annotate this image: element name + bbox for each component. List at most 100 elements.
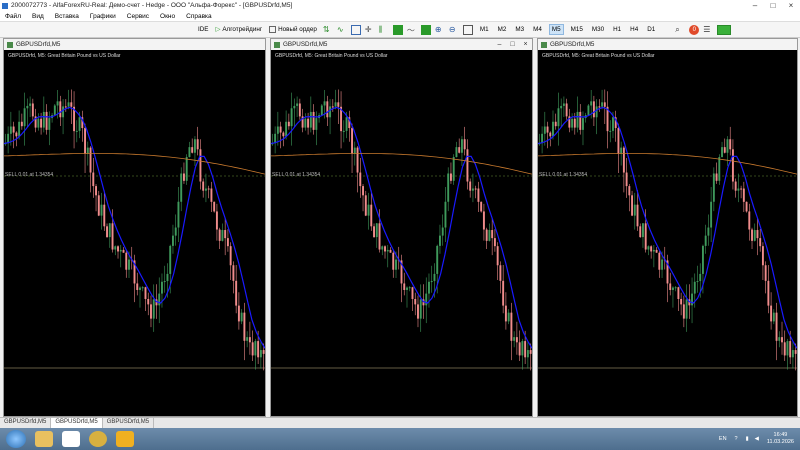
candle-body — [710, 201, 713, 228]
price-chart — [271, 89, 532, 371]
algo-trading-button[interactable]: ▷ Алготрейдинг — [214, 24, 265, 36]
minimize-button[interactable]: – — [746, 1, 764, 10]
menu-charts[interactable]: Графики — [90, 13, 116, 20]
new-order-label: Новый ордер — [278, 26, 317, 33]
menu-view[interactable]: Вид — [32, 13, 44, 20]
network-icon[interactable]: ▮ — [746, 436, 749, 442]
timeframe-m3[interactable]: M3 — [513, 25, 526, 34]
search-icon[interactable]: ⌕ — [675, 25, 685, 35]
candle-body — [345, 117, 348, 131]
candle-body — [254, 341, 257, 356]
candle-body — [31, 103, 34, 117]
candle-body — [685, 299, 688, 319]
candle-body — [582, 118, 584, 130]
chart-symbol-label: GBPUSDrfd, M5: Great Britain Pound vs US… — [275, 53, 388, 59]
signals-icon[interactable]: ∿ — [337, 25, 347, 35]
menu-file[interactable]: Файл — [5, 13, 21, 20]
depth-of-market-icon[interactable]: ⇅ — [323, 25, 333, 35]
zoom-in-icon[interactable]: ⊕ — [435, 25, 445, 35]
mt5-taskbar-icon[interactable] — [116, 431, 134, 447]
chart-tab[interactable]: GBPUSDrfd,M5 — [51, 418, 103, 428]
zoom-out-icon[interactable]: ⊖ — [449, 25, 459, 35]
timeframe-m15[interactable]: M15 — [569, 25, 585, 34]
candle-body — [26, 105, 29, 109]
candle-body — [304, 118, 307, 128]
new-order-button[interactable]: Новый ордер — [267, 24, 319, 36]
fast-moving-average — [271, 106, 532, 349]
candlestick-icon[interactable] — [392, 24, 403, 35]
chart-minimize-button[interactable]: – — [493, 41, 506, 48]
candle-body — [45, 111, 48, 130]
candle-body — [592, 101, 595, 118]
help-icon[interactable]: ? — [735, 436, 738, 442]
chart-close-button[interactable]: × — [519, 41, 532, 48]
crosshair-icon[interactable]: ✛ — [365, 25, 375, 35]
chart-tabs: GBPUSDrfd,M5 GBPUSDrfd,M5 GBPUSDrfd,M5 — [0, 417, 800, 428]
candle-body — [235, 280, 238, 306]
candle-body — [312, 111, 315, 130]
candle-body — [356, 147, 359, 173]
candle-body — [226, 238, 229, 247]
candle-body — [240, 312, 243, 322]
bar-chart-icon[interactable]: ⫼ — [379, 25, 389, 35]
timeframe-h1[interactable]: H1 — [611, 25, 623, 34]
timeframe-m5[interactable]: M5 — [548, 24, 564, 35]
window-title: 2000072773 - AlfaForexRU-Real: Демо-счет… — [11, 2, 293, 9]
candle-body — [601, 102, 604, 107]
indicators-icon[interactable] — [420, 24, 431, 35]
close-button[interactable]: × — [782, 1, 800, 10]
menu-insert[interactable]: Вставка — [55, 13, 79, 20]
candle-body — [628, 186, 631, 196]
candle-body — [469, 181, 472, 191]
yandex-browser-icon[interactable] — [62, 431, 80, 447]
candle-body — [751, 229, 753, 241]
timeframe-m1[interactable]: M1 — [478, 25, 491, 34]
play-icon: ▷ — [215, 26, 221, 33]
timeframe-d1[interactable]: D1 — [645, 25, 657, 34]
menu-tools[interactable]: Сервис — [127, 13, 149, 20]
candle-body — [590, 101, 593, 106]
candle-body — [794, 350, 797, 354]
chart-area[interactable]: GBPUSDrfd, M5: Great Britain Pound vs US… — [4, 50, 265, 416]
language-indicator[interactable]: EN — [719, 436, 727, 442]
candle-body — [199, 149, 202, 182]
timeframe-m2[interactable]: M2 — [496, 25, 509, 34]
tile-windows-icon[interactable] — [462, 24, 473, 35]
chart-tab[interactable]: GBPUSDrfd,M5 — [103, 418, 155, 428]
candle-body — [97, 195, 100, 216]
candle-body — [753, 230, 756, 241]
grid-icon[interactable] — [350, 24, 361, 35]
candle-body — [315, 118, 318, 130]
candle-body — [433, 273, 436, 282]
sync-app-icon[interactable] — [89, 431, 107, 447]
chart-maximize-button[interactable]: □ — [506, 41, 519, 48]
candle-body — [466, 149, 469, 182]
candle-body — [647, 246, 650, 250]
candle-body — [718, 157, 721, 181]
maximize-button[interactable]: □ — [764, 1, 782, 10]
taskbar: EN ? ▮ ◀ 16:49 11.03.2026 — [0, 428, 800, 450]
ide-button[interactable]: IDE — [196, 24, 211, 36]
chart-area[interactable]: GBPUSDrfd, M5: Great Britain Pound vs US… — [271, 50, 532, 416]
chart-area[interactable]: GBPUSDrfd, M5: Great Britain Pound vs US… — [538, 50, 797, 416]
chart-icon — [7, 41, 13, 48]
timeframe-m4[interactable]: M4 — [531, 25, 544, 34]
account-icon[interactable]: ☰ — [703, 25, 713, 35]
candle-body — [262, 350, 265, 354]
notifications-icon[interactable]: 0 — [689, 24, 700, 35]
folder-icon[interactable] — [35, 431, 53, 447]
volume-icon[interactable]: ◀ — [755, 436, 759, 442]
timeframe-h4[interactable]: H4 — [628, 25, 640, 34]
clock[interactable]: 16:49 11.03.2026 — [767, 432, 794, 446]
chart-window-2[interactable]: GBPUSDrfd,M5 – □ × GBPUSDrfd, M5: Great … — [270, 38, 533, 417]
chart-window-1[interactable]: GBPUSDrfd,M5 GBPUSDrfd, M5: Great Britai… — [3, 38, 266, 417]
menu-window[interactable]: Окно — [160, 13, 175, 20]
chart-window-3[interactable]: GBPUSDrfd,M5 GBPUSDrfd, M5: Great Britai… — [537, 38, 798, 417]
candle-body — [731, 149, 734, 182]
chart-tab[interactable]: GBPUSDrfd,M5 — [0, 418, 52, 428]
start-button[interactable] — [6, 430, 26, 448]
line-chart-icon[interactable]: 〜 — [407, 25, 417, 35]
timeframe-m30[interactable]: M30 — [590, 25, 606, 34]
menu-help[interactable]: Справка — [186, 13, 212, 20]
candle-body — [669, 283, 672, 290]
